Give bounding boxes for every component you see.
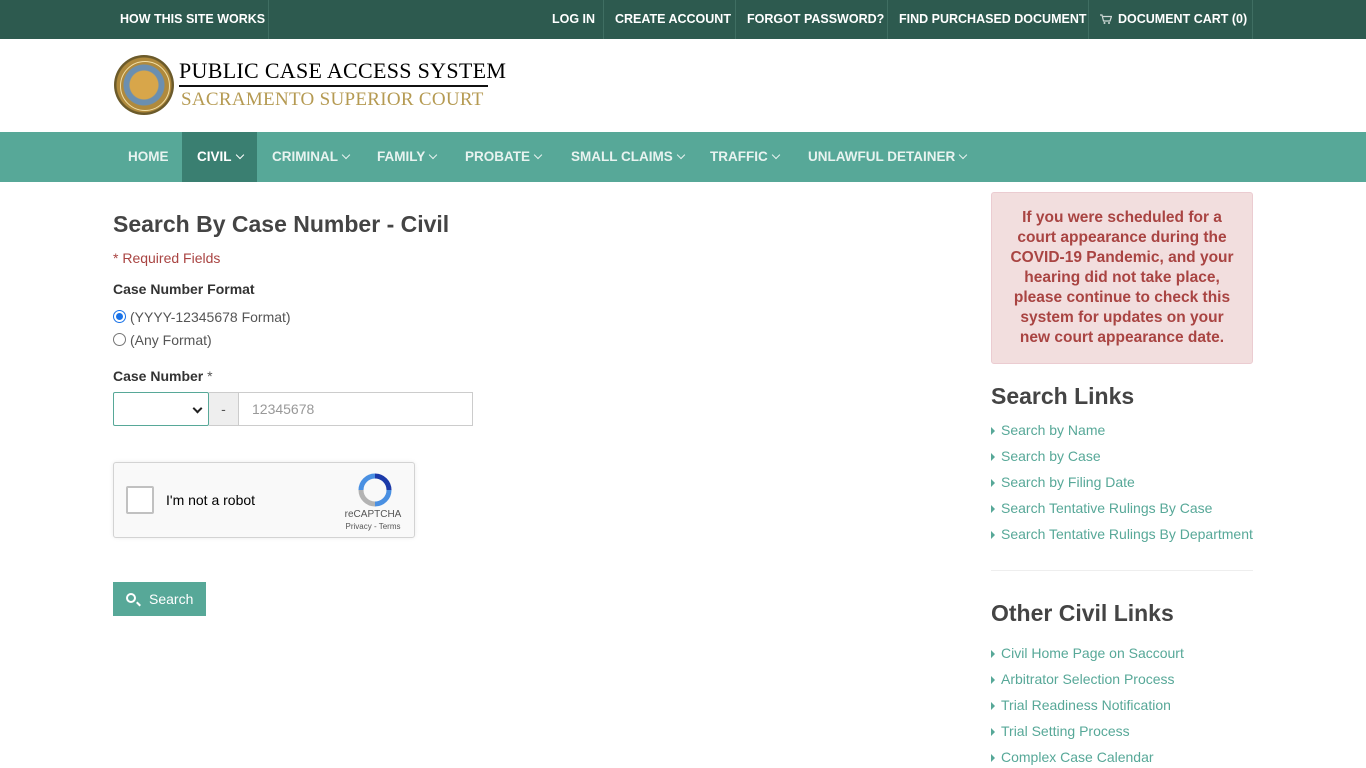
case-number-dash: - xyxy=(209,392,238,426)
nav-unlawful-detainer-label: UNLAWFUL DETAINER xyxy=(808,149,956,164)
recaptcha-label: I'm not a robot xyxy=(166,492,256,508)
format-option-yyyy[interactable]: (YYYY-12345678 Format) xyxy=(113,309,291,325)
case-year-select[interactable] xyxy=(113,392,209,426)
chevron-down-icon xyxy=(676,150,685,160)
case-number-format-label: Case Number Format xyxy=(113,281,255,297)
site-title[interactable]: PUBLIC CASE ACCESS SYSTEM xyxy=(179,58,506,84)
document-cart-link[interactable]: DOCUMENT CART (0) xyxy=(1089,0,1258,39)
nav-probate-label: PROBATE xyxy=(465,149,531,164)
other-link-arbitrator-label: Arbitrator Selection Process xyxy=(1001,671,1175,687)
search-link-filing-date-label: Search by Filing Date xyxy=(1001,474,1135,490)
divider xyxy=(1252,0,1253,39)
case-number-label-text: Case Number xyxy=(113,368,204,384)
format-option-any-label: (Any Format) xyxy=(130,332,212,348)
search-link-case-label: Search by Case xyxy=(1001,448,1101,464)
radio-selected[interactable] xyxy=(113,310,126,323)
recaptcha-privacy-terms[interactable]: Privacy - Terms xyxy=(338,522,408,531)
other-civil-links-heading: Other Civil Links xyxy=(991,600,1174,626)
covid-alert: If you were scheduled for a court appear… xyxy=(991,192,1253,364)
search-link-filing-date[interactable]: Search by Filing Date xyxy=(991,474,1135,490)
other-link-complex-case-label: Complex Case Calendar xyxy=(1001,749,1154,765)
other-link-complex-case[interactable]: Complex Case Calendar xyxy=(991,749,1154,765)
nav-small-claims[interactable]: SMALL CLAIMS xyxy=(556,132,699,182)
recaptcha-widget: I'm not a robot reCAPTCHA Privacy - Term… xyxy=(113,462,415,538)
chevron-down-icon xyxy=(533,150,543,160)
chevron-down-icon xyxy=(235,150,244,160)
search-icon xyxy=(126,593,136,603)
caret-right-icon xyxy=(991,479,995,487)
search-link-tentative-case[interactable]: Search Tentative Rulings By Case xyxy=(991,500,1212,516)
nav-unlawful-detainer[interactable]: UNLAWFUL DETAINER xyxy=(793,132,981,182)
nav-criminal[interactable]: CRIMINAL xyxy=(257,132,364,182)
search-button[interactable]: Search xyxy=(113,582,206,616)
document-cart-label: DOCUMENT CART (0) xyxy=(1118,12,1248,26)
chevron-down-icon xyxy=(429,150,438,160)
search-link-case[interactable]: Search by Case xyxy=(991,448,1101,464)
other-link-trial-readiness[interactable]: Trial Readiness Notification xyxy=(991,697,1171,713)
search-links-heading: Search Links xyxy=(991,383,1135,409)
nav-civil[interactable]: CIVIL xyxy=(182,132,257,182)
other-link-trial-readiness-label: Trial Readiness Notification xyxy=(1001,697,1171,713)
nav-traffic-label: TRAFFIC xyxy=(710,149,768,164)
nav-family[interactable]: FAMILY xyxy=(362,132,451,182)
search-link-name[interactable]: Search by Name xyxy=(991,422,1105,438)
caret-right-icon xyxy=(991,754,995,762)
recaptcha-checkbox[interactable] xyxy=(126,486,154,514)
nav-small-claims-label: SMALL CLAIMS xyxy=(571,149,673,164)
format-option-any[interactable]: (Any Format) xyxy=(113,332,212,348)
sidebar-divider xyxy=(991,570,1253,571)
caret-right-icon xyxy=(991,427,995,435)
divider xyxy=(268,0,269,39)
how-site-works-link[interactable]: HOW THIS SITE WORKS xyxy=(109,0,276,39)
required-star: * xyxy=(207,368,213,384)
caret-right-icon xyxy=(991,702,995,710)
other-link-civil-home-label: Civil Home Page on Saccourt xyxy=(1001,645,1184,661)
caret-right-icon xyxy=(991,505,995,513)
forgot-password-link[interactable]: FORGOT PASSWORD? xyxy=(736,0,895,39)
chevron-down-icon xyxy=(341,150,351,160)
site-header: PUBLIC CASE ACCESS SYSTEM SACRAMENTO SUP… xyxy=(0,39,1366,132)
caret-right-icon xyxy=(991,650,995,658)
nav-home[interactable]: HOME xyxy=(113,132,184,182)
format-option-yyyy-label: (YYYY-12345678 Format) xyxy=(130,309,291,325)
create-account-link[interactable]: CREATE ACCOUNT xyxy=(604,0,742,39)
top-utility-bar: HOW THIS SITE WORKS LOG IN CREATE ACCOUN… xyxy=(0,0,1366,39)
case-number-input[interactable]: 12345678 xyxy=(238,392,473,426)
page-title: Search By Case Number - Civil xyxy=(113,211,450,237)
caret-right-icon xyxy=(991,676,995,684)
nav-probate[interactable]: PROBATE xyxy=(450,132,556,182)
recaptcha-brand: reCAPTCHA xyxy=(344,509,402,520)
other-link-arbitrator[interactable]: Arbitrator Selection Process xyxy=(991,671,1175,687)
case-number-label: Case Number * xyxy=(113,368,213,384)
search-link-name-label: Search by Name xyxy=(1001,422,1106,438)
search-link-tentative-case-label: Search Tentative Rulings By Case xyxy=(1001,500,1213,516)
title-rule xyxy=(179,85,488,87)
find-purchased-document-link[interactable]: FIND PURCHASED DOCUMENT xyxy=(888,0,1098,39)
court-seal-logo[interactable] xyxy=(114,55,174,115)
caret-right-icon xyxy=(991,453,995,461)
search-button-label: Search xyxy=(149,591,194,607)
cart-icon xyxy=(1100,14,1112,24)
required-fields-note: * Required Fields xyxy=(113,250,221,266)
nav-civil-label: CIVIL xyxy=(197,149,232,164)
site-subtitle[interactable]: SACRAMENTO SUPERIOR COURT xyxy=(181,89,484,111)
chevron-down-icon xyxy=(192,403,203,414)
caret-right-icon xyxy=(991,728,995,736)
other-link-trial-setting[interactable]: Trial Setting Process xyxy=(991,723,1130,739)
search-link-tentative-department-label: Search Tentative Rulings By Department xyxy=(1001,526,1253,542)
caret-right-icon xyxy=(991,531,995,539)
main-nav: HOME CIVIL CRIMINAL FAMILY PROBATE SMALL… xyxy=(0,132,1366,182)
login-link[interactable]: LOG IN xyxy=(541,0,606,39)
chevron-down-icon xyxy=(771,150,780,160)
nav-family-label: FAMILY xyxy=(377,149,426,164)
nav-criminal-label: CRIMINAL xyxy=(272,149,338,164)
other-link-trial-setting-label: Trial Setting Process xyxy=(1001,723,1130,739)
other-link-civil-home[interactable]: Civil Home Page on Saccourt xyxy=(991,645,1184,661)
radio-unselected[interactable] xyxy=(113,333,126,346)
chevron-down-icon xyxy=(959,150,968,160)
search-link-tentative-department[interactable]: Search Tentative Rulings By Department xyxy=(991,526,1253,542)
nav-traffic[interactable]: TRAFFIC xyxy=(695,132,794,182)
recaptcha-icon xyxy=(358,473,392,507)
